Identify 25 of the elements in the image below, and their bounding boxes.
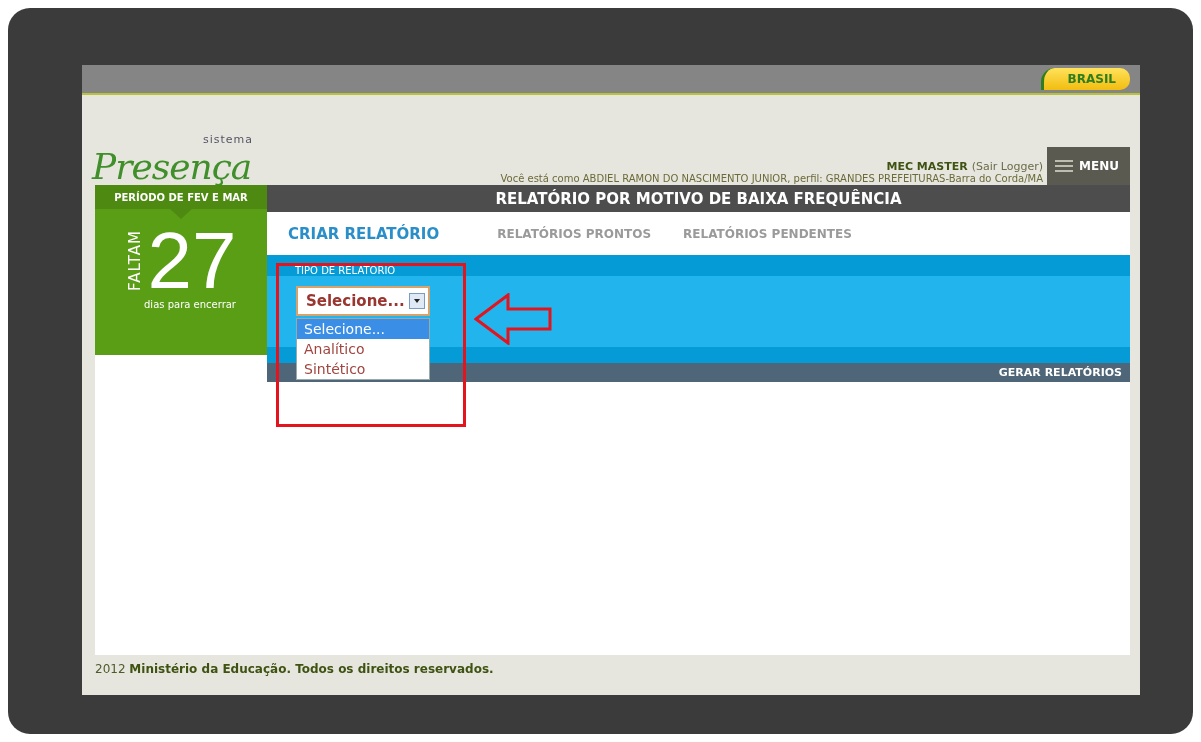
dropdown-option[interactable]: Selecione...: [297, 319, 429, 339]
logo-subtitle: sistema: [203, 133, 254, 147]
brasil-badge[interactable]: BRASIL: [1040, 68, 1130, 90]
dropdown-caret-icon: [409, 293, 425, 309]
left-arrow-icon: [474, 293, 552, 345]
generate-reports-button[interactable]: GERAR RELATÓRIOS: [998, 366, 1122, 379]
dropdown-option[interactable]: Analítico: [297, 339, 429, 359]
tab[interactable]: CRIAR RELATÓRIO: [288, 224, 440, 243]
dropdown-option[interactable]: Sintético: [297, 359, 429, 379]
logout-link[interactable]: (Sair Logger): [971, 160, 1043, 173]
field-label: TIPO DE RELATÓRIO: [295, 265, 396, 276]
page-title: RELATÓRIO POR MOTIVO DE BAIXA FREQUÊNCIA: [267, 185, 1130, 212]
days-count: 27: [147, 223, 237, 299]
report-type-select[interactable]: Selecione...: [296, 286, 430, 316]
user-name: MEC MASTER: [886, 160, 968, 173]
period-label: PERÍODO DE FEV E MAR: [95, 185, 267, 209]
logo-text: Presença: [92, 149, 252, 185]
days-caption: dias para encerrar: [143, 299, 237, 310]
faltam-label: FALTAM: [125, 230, 144, 292]
menu-icon: [1055, 160, 1073, 172]
user-info: Você está como ABDIEL RAMON DO NASCIMENTO JUNIOR, perfil: GRANDES PREFEITURAS-Barra do Corda/MA: [500, 173, 1043, 184]
footer-text: 2012 Ministério da Educação. Todos os direitos reservados.: [95, 661, 495, 678]
menu-button[interactable]: MENU: [1047, 147, 1130, 185]
tab[interactable]: RELATÓRIOS PENDENTES: [683, 226, 852, 241]
tab[interactable]: RELATÓRIOS PRONTOS: [497, 226, 652, 241]
